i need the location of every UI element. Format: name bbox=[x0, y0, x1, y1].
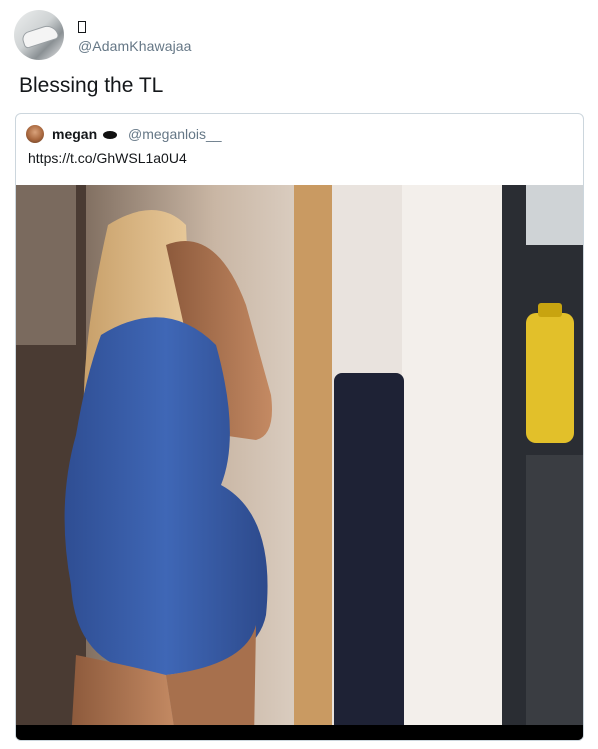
quoted-tweet-card[interactable]: megan @meganlois__ https://t.co/GhWSL1a0… bbox=[15, 113, 584, 741]
avatar-car-image bbox=[20, 22, 60, 50]
quoted-author-handle[interactable]: @meganlois__ bbox=[128, 126, 222, 142]
author-avatar[interactable] bbox=[14, 10, 64, 60]
emoji-badge-icon bbox=[103, 131, 117, 139]
quoted-tweet-link[interactable]: https://t.co/GhWSL1a0U4 bbox=[28, 150, 187, 166]
author-name[interactable] bbox=[78, 18, 86, 34]
tweet-header: @AdamKhawajaa bbox=[14, 10, 574, 62]
quoted-author-name[interactable]: megan bbox=[52, 126, 97, 142]
media-photo-illustration bbox=[16, 185, 583, 740]
missing-glyph-icon bbox=[78, 21, 86, 34]
author-handle[interactable]: @AdamKhawajaa bbox=[78, 38, 192, 54]
quoted-media-image[interactable] bbox=[16, 185, 583, 740]
quoted-author-avatar[interactable] bbox=[26, 125, 44, 143]
tweet-text: Blessing the TL bbox=[19, 74, 164, 97]
